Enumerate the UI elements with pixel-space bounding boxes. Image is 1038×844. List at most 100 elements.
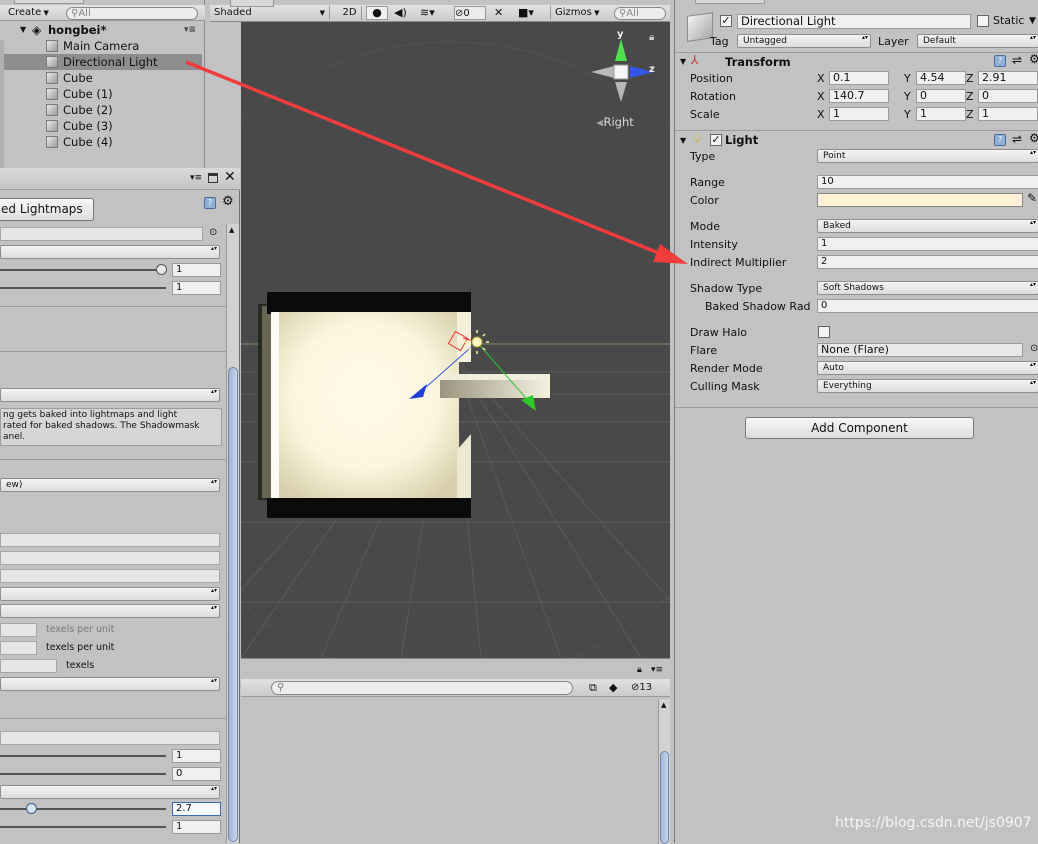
scroll-up-icon[interactable]: ▲ xyxy=(229,226,234,234)
shading-mode-dropdown[interactable]: Shaded ▼ xyxy=(214,6,330,20)
filter-type-icon[interactable]: ⧉ xyxy=(589,681,597,695)
scene-search-input[interactable]: ⚲All xyxy=(614,7,666,20)
hierarchy-item[interactable]: Main Camera xyxy=(0,38,202,54)
window-menu-icon[interactable]: ▾≡ xyxy=(190,173,202,183)
project-search-input[interactable]: ⚲ xyxy=(271,681,573,695)
object-name-field[interactable]: Directional Light xyxy=(737,14,971,29)
hierarchy-item[interactable]: Directional Light xyxy=(0,54,202,70)
camera-icon[interactable]: ■▾ xyxy=(518,6,534,19)
object-picker-icon[interactable]: ⊙ xyxy=(1030,343,1038,354)
hierarchy-item[interactable]: Cube (3) xyxy=(0,118,202,134)
lighting-toggle[interactable]: ● xyxy=(366,6,388,20)
hidden-objects-toggle[interactable]: ⊘0 xyxy=(454,6,486,20)
scrollbar-thumb[interactable] xyxy=(660,751,669,844)
active-checkbox[interactable]: ✓ xyxy=(720,15,732,27)
maximize-icon[interactable] xyxy=(208,173,218,183)
lightmap-size-dropdown[interactable] xyxy=(0,677,220,691)
lighting-field-b[interactable] xyxy=(0,551,220,565)
rotation-z-field[interactable]: 0 xyxy=(978,89,1038,103)
effects-icon[interactable]: ≋▾ xyxy=(420,6,435,19)
expand-arrow-icon[interactable]: ▼ xyxy=(20,22,26,38)
light-enabled-checkbox[interactable]: ✓ xyxy=(710,134,722,146)
tag-dropdown[interactable]: Untagged xyxy=(737,34,871,48)
preset-icon[interactable]: ⇌ xyxy=(1012,53,1022,67)
settings-gear-icon[interactable]: ⚙ xyxy=(222,194,234,209)
2d-toggle[interactable]: 2D xyxy=(338,6,362,20)
lighting-mode-dropdown[interactable] xyxy=(0,388,220,402)
transform-foldout-icon[interactable]: ▼ xyxy=(680,57,686,66)
lighting-dropdown-4[interactable] xyxy=(0,785,220,799)
generate-lightmaps-button[interactable]: ed Lightmaps xyxy=(0,198,94,221)
lock-icon[interactable]: 🔒︎ xyxy=(649,32,654,43)
help-icon[interactable]: ? xyxy=(994,55,1006,67)
scene-menu-icon[interactable]: ▾≡ xyxy=(184,22,196,38)
lighting-dropdown-2[interactable] xyxy=(0,587,220,601)
lightmap-padding-field[interactable] xyxy=(0,659,57,673)
value-field-b[interactable]: 0 xyxy=(172,767,221,781)
help-icon[interactable]: ? xyxy=(994,134,1006,146)
hidden-count-toggle[interactable]: ⊘13 xyxy=(631,681,652,695)
view-orientation-label[interactable]: ⫷Right xyxy=(597,115,634,130)
scene-root-row[interactable]: ▼ ◈ hongbei* ▾≡ xyxy=(0,22,202,38)
scale-y-field[interactable]: 1 xyxy=(916,107,966,121)
panel-menu-icon[interactable]: ▾≡ xyxy=(651,665,663,675)
lighting-dropdown-1[interactable] xyxy=(0,245,220,259)
scale-x-field[interactable]: 1 xyxy=(829,107,889,121)
value-field-a[interactable]: 1 xyxy=(172,749,221,763)
inspector-tab[interactable] xyxy=(695,0,765,4)
position-x-field[interactable]: 0.1 xyxy=(829,71,889,85)
create-dropdown[interactable]: Create ▼ xyxy=(8,6,58,20)
lighting-field-c[interactable] xyxy=(0,569,220,583)
lock-icon[interactable]: 🔒︎ xyxy=(637,665,642,675)
slider-track-3[interactable] xyxy=(0,755,166,757)
settings-gear-icon[interactable]: ⚙ xyxy=(1029,52,1038,66)
scale-z-field[interactable]: 1 xyxy=(978,107,1038,121)
view-dropdown[interactable]: ew) xyxy=(0,478,220,492)
rotation-x-field[interactable]: 140.7 xyxy=(829,89,889,103)
audio-icon[interactable]: ◀) xyxy=(394,6,407,19)
mode-dropdown[interactable]: Baked xyxy=(817,219,1038,233)
close-icon[interactable]: ✕ xyxy=(224,169,236,185)
range-field[interactable]: 10 xyxy=(817,175,1038,189)
culling-mask-dropdown[interactable]: Everything xyxy=(817,379,1038,393)
help-icon[interactable]: ? xyxy=(204,197,216,209)
slider-value-field-1[interactable]: 1 xyxy=(172,263,221,277)
lighting-object-field[interactable] xyxy=(0,227,203,241)
light-foldout-icon[interactable]: ▼ xyxy=(680,136,686,145)
lighting-scrollbar[interactable]: ▲ xyxy=(226,224,239,843)
scroll-up-icon[interactable]: ▲ xyxy=(661,701,666,709)
hierarchy-item[interactable]: Cube (2) xyxy=(0,102,202,118)
lightmap-resolution-field[interactable] xyxy=(0,641,37,655)
slider-value-field-2[interactable]: 1 xyxy=(172,281,221,295)
position-y-field[interactable]: 4.54 xyxy=(916,71,966,85)
object-picker-icon[interactable]: ⊙ xyxy=(209,227,217,238)
layer-dropdown[interactable]: Default xyxy=(917,34,1038,48)
rotation-y-field[interactable]: 0 xyxy=(916,89,966,103)
shadow-type-dropdown[interactable]: Soft Shadows xyxy=(817,281,1038,295)
gizmos-dropdown[interactable]: Gizmos ▼ xyxy=(550,6,604,20)
lighting-dropdown-3[interactable] xyxy=(0,604,220,618)
value-field-d[interactable]: 1 xyxy=(172,820,221,834)
settings-gear-icon[interactable]: ⚙ xyxy=(1029,131,1038,145)
scrollbar-thumb[interactable] xyxy=(228,367,238,842)
slider-track-6[interactable] xyxy=(0,826,166,828)
hierarchy-item[interactable]: Cube xyxy=(0,70,202,86)
slider-knob-1[interactable] xyxy=(156,264,167,275)
position-z-field[interactable]: 2.91 xyxy=(978,71,1038,85)
orientation-gizmo[interactable] xyxy=(591,39,653,102)
project-scrollbar[interactable]: ▲ xyxy=(658,699,670,844)
slider-track-2[interactable] xyxy=(0,287,166,289)
baked-shadow-radius-field[interactable]: 0 xyxy=(817,299,1038,313)
lighting-field-d[interactable] xyxy=(0,731,220,745)
eyedropper-icon[interactable]: ✎ xyxy=(1027,191,1037,205)
slider-track-1[interactable] xyxy=(0,269,162,271)
hierarchy-item[interactable]: Cube (4) xyxy=(0,134,202,150)
static-checkbox[interactable] xyxy=(977,15,989,27)
slider-track-5[interactable] xyxy=(0,808,166,810)
slider-track-4[interactable] xyxy=(0,773,166,775)
preset-icon[interactable]: ⇌ xyxy=(1012,132,1022,146)
lighting-field-a[interactable] xyxy=(0,533,220,547)
flare-field[interactable]: None (Flare) xyxy=(817,343,1023,357)
slider-knob-5[interactable] xyxy=(26,803,37,814)
scene-viewport[interactable]: y z 🔒︎ ⫷Right xyxy=(241,22,670,658)
